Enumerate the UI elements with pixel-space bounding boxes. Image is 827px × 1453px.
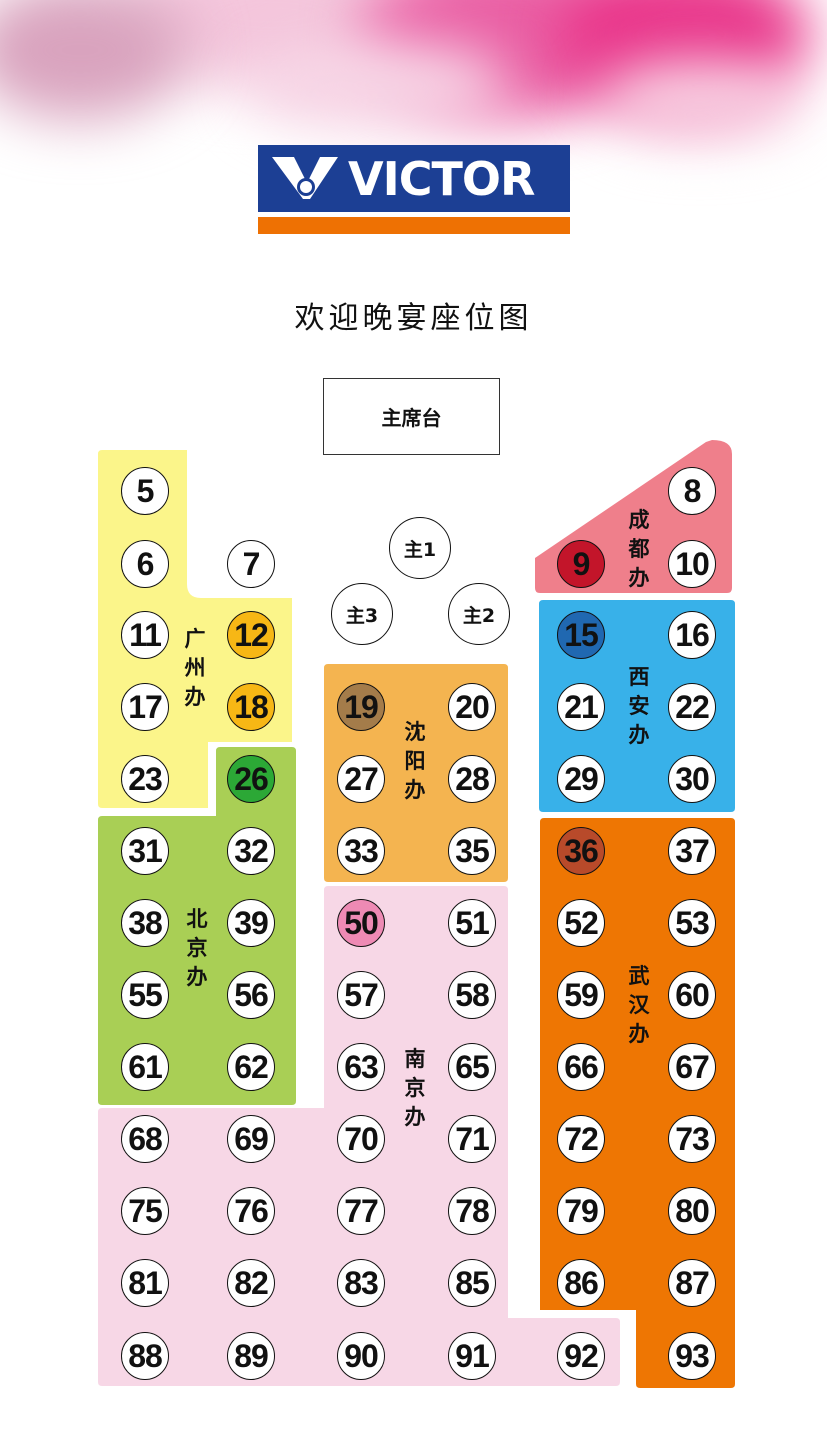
- office-label-xian: 西安办: [628, 665, 650, 747]
- seat-26: 26: [227, 755, 275, 803]
- seat-50: 50: [337, 899, 385, 947]
- seat-65: 65: [448, 1043, 496, 1091]
- seat-87: 87: [668, 1259, 716, 1307]
- seat-62: 62: [227, 1043, 275, 1091]
- seat-77: 77: [337, 1187, 385, 1235]
- seat-86: 86: [557, 1259, 605, 1307]
- seat-78: 78: [448, 1187, 496, 1235]
- seat-32: 32: [227, 827, 275, 875]
- seat-63: 63: [337, 1043, 385, 1091]
- seat-8: 8: [668, 467, 716, 515]
- seat-16: 16: [668, 611, 716, 659]
- seat-80: 80: [668, 1187, 716, 1235]
- seat-90: 90: [337, 1332, 385, 1380]
- seat-71: 71: [448, 1115, 496, 1163]
- seat-81: 81: [121, 1259, 169, 1307]
- seat-28: 28: [448, 755, 496, 803]
- seat-20: 20: [448, 683, 496, 731]
- host-seat-2: 主2: [448, 583, 510, 645]
- office-label-wuhan: 武汉办: [628, 964, 650, 1046]
- seat-82: 82: [227, 1259, 275, 1307]
- office-label-chengdu: 成都办: [628, 508, 650, 590]
- seat-31: 31: [121, 827, 169, 875]
- seat-22: 22: [668, 683, 716, 731]
- seat-38: 38: [121, 899, 169, 947]
- seat-35: 35: [448, 827, 496, 875]
- office-label-beijing: 北京办: [186, 907, 208, 989]
- seat-85: 85: [448, 1259, 496, 1307]
- seat-67: 67: [668, 1043, 716, 1091]
- seat-69: 69: [227, 1115, 275, 1163]
- seat-37: 37: [668, 827, 716, 875]
- host-seat-1: 主1: [389, 517, 451, 579]
- seat-68: 68: [121, 1115, 169, 1163]
- seat-93: 93: [668, 1332, 716, 1380]
- seat-27: 27: [337, 755, 385, 803]
- seat-79: 79: [557, 1187, 605, 1235]
- seat-52: 52: [557, 899, 605, 947]
- seat-57: 57: [337, 971, 385, 1019]
- seat-21: 21: [557, 683, 605, 731]
- seat-23: 23: [121, 755, 169, 803]
- seat-72: 72: [557, 1115, 605, 1163]
- seat-73: 73: [668, 1115, 716, 1163]
- seat-9: 9: [557, 540, 605, 588]
- office-label-nanjing: 南京办: [404, 1047, 426, 1129]
- office-label-guangzhou: 广州办: [184, 627, 206, 709]
- seat-18: 18: [227, 683, 275, 731]
- seat-58: 58: [448, 971, 496, 1019]
- seat-5: 5: [121, 467, 169, 515]
- seat-30: 30: [668, 755, 716, 803]
- seat-56: 56: [227, 971, 275, 1019]
- seat-12: 12: [227, 611, 275, 659]
- seat-17: 17: [121, 683, 169, 731]
- seat-83: 83: [337, 1259, 385, 1307]
- seat-60: 60: [668, 971, 716, 1019]
- office-label-shenyang: 沈阳办: [404, 720, 426, 802]
- seat-70: 70: [337, 1115, 385, 1163]
- seat-91: 91: [448, 1332, 496, 1380]
- seat-11: 11: [121, 611, 169, 659]
- seat-29: 29: [557, 755, 605, 803]
- seat-36: 36: [557, 827, 605, 875]
- seat-66: 66: [557, 1043, 605, 1091]
- seat-92: 92: [557, 1332, 605, 1380]
- seat-55: 55: [121, 971, 169, 1019]
- seat-61: 61: [121, 1043, 169, 1091]
- seat-33: 33: [337, 827, 385, 875]
- seat-7: 7: [227, 540, 275, 588]
- seat-15: 15: [557, 611, 605, 659]
- seat-19: 19: [337, 683, 385, 731]
- seat-88: 88: [121, 1332, 169, 1380]
- seat-10: 10: [668, 540, 716, 588]
- seat-75: 75: [121, 1187, 169, 1235]
- seat-59: 59: [557, 971, 605, 1019]
- seat-51: 51: [448, 899, 496, 947]
- seat-39: 39: [227, 899, 275, 947]
- seat-6: 6: [121, 540, 169, 588]
- seat-89: 89: [227, 1332, 275, 1380]
- seat-53: 53: [668, 899, 716, 947]
- seat-76: 76: [227, 1187, 275, 1235]
- host-seat-3: 主3: [331, 583, 393, 645]
